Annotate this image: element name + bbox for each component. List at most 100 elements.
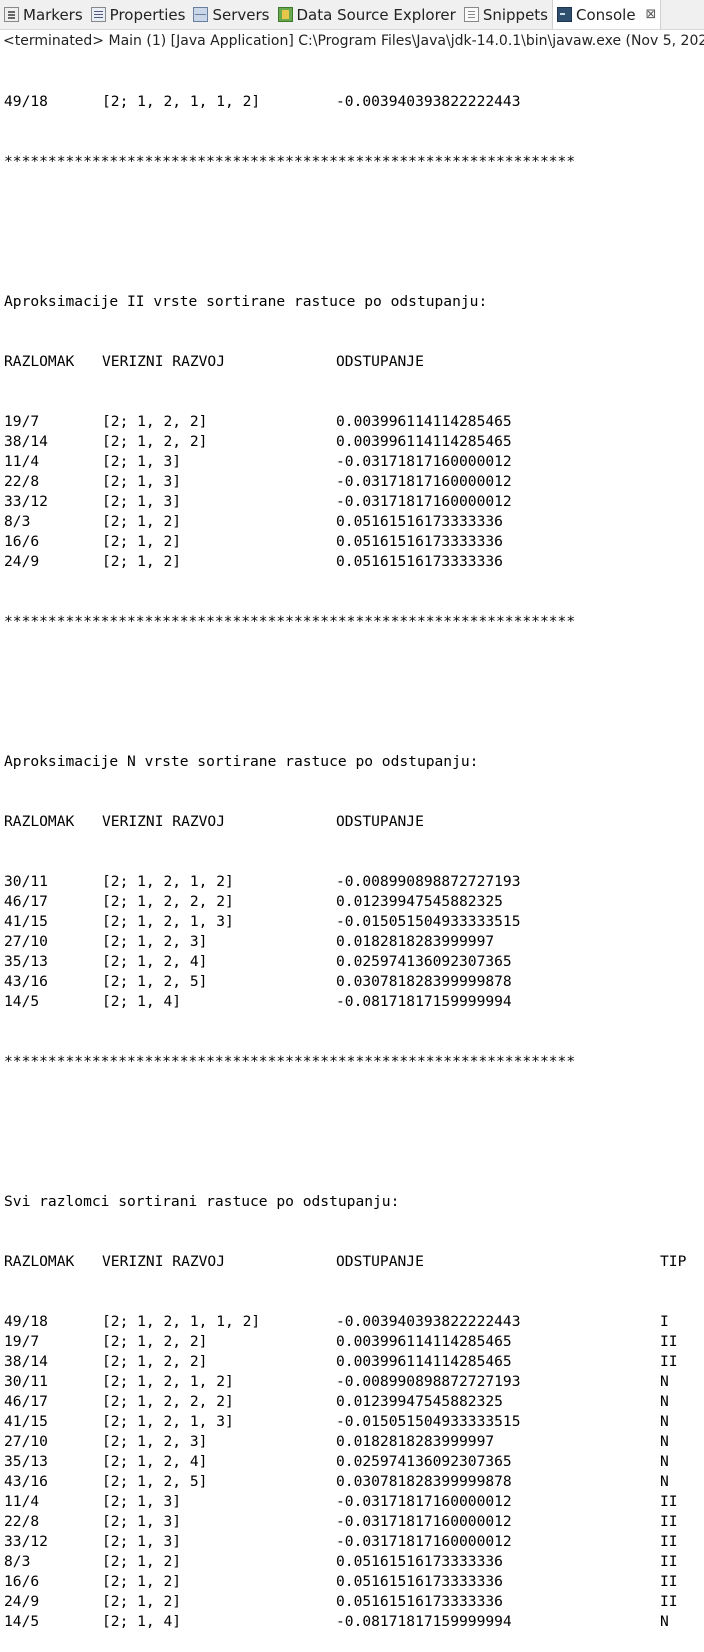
continued-fraction-cell: [2; 1, 2] [102,513,182,530]
continued-fraction-cell: [2; 1, 2, 5] [102,1473,208,1490]
console-row: 49/18 [2; 1, 2, 1, 1, 2] -0.003940393822… [4,92,704,112]
deviation-cell: -0.03171817160000012 [336,1493,512,1510]
type-cell: N [660,1453,669,1470]
tab-label: Markers [23,5,83,24]
deviation-cell: 0.01239947545882325 [336,1393,503,1410]
console-row: 14/5 [2; 1, 4] -0.08171817159999994 [4,992,704,1012]
fraction-cell: 8/3 [4,513,31,530]
type-cell: N [660,1413,669,1430]
continued-fraction-cell: [2; 1, 3] [102,493,182,510]
console-row: 41/15 [2; 1, 2, 1, 3] -0.01505150493333351… [4,912,704,932]
continued-fraction-cell: [2; 1, 2, 2] [102,1333,208,1350]
fraction-cell: 16/6 [4,1573,40,1590]
console-row: 30/11 [2; 1, 2, 1, 2] -0.00899089887272719… [4,872,704,892]
tab-console[interactable]: Console ⊠ [552,0,662,29]
close-tab-icon[interactable]: ⊠ [646,7,657,22]
deviation-cell: -0.03171817160000012 [336,493,512,510]
continued-fraction-cell: [2; 1, 2, 4] [102,1453,208,1470]
console-row: 19/7 [2; 1, 2, 2] 0.003996114114285465 II [4,1332,704,1352]
fraction-cell: 8/3 [4,1553,31,1570]
console-output[interactable]: 49/18 [2; 1, 2, 1, 1, 2] -0.003940393822… [0,52,704,1652]
header-fraction: RAZLOMAK [4,353,75,370]
continued-fraction-cell: [2; 1, 2] [102,1573,182,1590]
continued-fraction-cell: [2; 1, 4] [102,1613,182,1630]
deviation-cell: -0.015051504933333515 [336,913,521,930]
fraction-cell: 14/5 [4,1613,40,1630]
tab-properties[interactable]: Properties [87,0,190,29]
fraction-cell: 11/4 [4,1493,40,1510]
separator-line: ****************************************… [4,1053,576,1070]
header-continued-fraction: VERIZNI RAZVOJ [102,813,226,830]
fraction-cell: 11/4 [4,453,40,470]
type-cell: II [660,1533,678,1550]
console-row: 38/14 [2; 1, 2, 2] 0.003996114114285465 [4,432,704,452]
data-source-explorer-icon [277,7,293,22]
console-row: 11/4 [2; 1, 3] -0.03171817160000012 II [4,1492,704,1512]
console-header-row: RAZLOMAK VERIZNI RAZVOJ ODSTUPANJE [4,812,704,832]
tab-data-source-explorer[interactable]: Data Source Explorer [274,0,460,29]
section-title: Aproksimacije N vrste sortirane rastuce … [4,753,479,770]
continued-fraction-cell: [2; 1, 2] [102,1593,182,1610]
continued-fraction-cell: [2; 1, 2, 3] [102,1433,208,1450]
fraction-cell: 43/16 [4,973,48,990]
separator-line: ****************************************… [4,153,576,170]
deviation-cell: -0.03171817160000012 [336,1513,512,1530]
console-row: 33/12 [2; 1, 3] -0.03171817160000012 [4,492,704,512]
tab-label: Servers [212,5,270,24]
deviation-cell: 0.0182818283999997 [336,933,495,950]
console-row: 27/10 [2; 1, 2, 3] 0.0182818283999997 [4,932,704,952]
tab-servers[interactable]: Servers [189,0,273,29]
console-row: 43/16 [2; 1, 2, 5] 0.030781828399999878 [4,972,704,992]
fraction-cell: 35/13 [4,953,48,970]
tab-markers[interactable]: Markers [0,0,87,29]
continued-fraction-cell: [2; 1, 2, 2, 2] [102,893,234,910]
snippets-icon [463,7,479,22]
continued-fraction-cell: [2; 1, 2, 1, 3] [102,1413,234,1430]
continued-fraction-cell: [2; 1, 2, 2] [102,1353,208,1370]
markers-icon [4,7,19,22]
console-row: 30/11 [2; 1, 2, 1, 2] -0.00899089887272719… [4,1372,704,1392]
continued-fraction-cell: [2; 1, 2, 1, 3] [102,913,234,930]
type-cell: N [660,1373,669,1390]
deviation-cell: 0.05161516173333336 [336,1553,503,1570]
deviation-cell: -0.008990898872727193 [336,873,521,890]
fraction-cell: 49/18 [4,93,48,110]
type-cell: II [660,1573,678,1590]
continued-fraction-cell: [2; 1, 3] [102,473,182,490]
section-rows: 30/11 [2; 1, 2, 1, 2] -0.00899089887272719… [4,872,704,1012]
type-cell: II [660,1553,678,1570]
continued-fraction-cell: [2; 1, 2, 2, 2] [102,1393,234,1410]
deviation-cell: -0.008990898872727193 [336,1373,521,1390]
tab-snippets[interactable]: Snippets [460,0,552,29]
deviation-cell: -0.003940393822222443 [336,1313,521,1330]
fraction-cell: 24/9 [4,1593,40,1610]
fraction-cell: 33/12 [4,493,48,510]
fraction-cell: 30/11 [4,1373,48,1390]
continued-fraction-cell: [2; 1, 2, 4] [102,953,208,970]
fraction-cell: 35/13 [4,1453,48,1470]
fraction-cell: 14/5 [4,993,40,1010]
servers-icon [193,7,209,22]
deviation-cell: 0.05161516173333336 [336,513,503,530]
console-row: 16/6 [2; 1, 2] 0.05161516173333336 II [4,1572,704,1592]
header-deviation: ODSTUPANJE [336,813,424,830]
deviation-cell: 0.01239947545882325 [336,893,503,910]
type-cell: II [660,1333,678,1350]
fraction-cell: 27/10 [4,1433,48,1450]
continued-fraction-cell: [2; 1, 2] [102,1553,182,1570]
fraction-cell: 24/9 [4,553,40,570]
deviation-cell: 0.0182818283999997 [336,1433,495,1450]
continued-fraction-cell: [2; 1, 3] [102,1493,182,1510]
header-continued-fraction: VERIZNI RAZVOJ [102,353,226,370]
fraction-cell: 46/17 [4,1393,48,1410]
continued-fraction-cell: [2; 1, 2, 1, 1, 2] [102,1313,261,1330]
deviation-cell: 0.05161516173333336 [336,1593,503,1610]
continued-fraction-cell: [2; 1, 3] [102,1533,182,1550]
tab-label: Snippets [482,5,548,24]
section-title: Aproksimacije II vrste sortirane rastuce… [4,293,488,310]
tab-label: Data Source Explorer [296,5,456,24]
header-deviation: ODSTUPANJE [336,353,424,370]
deviation-cell: -0.015051504933333515 [336,1413,521,1430]
